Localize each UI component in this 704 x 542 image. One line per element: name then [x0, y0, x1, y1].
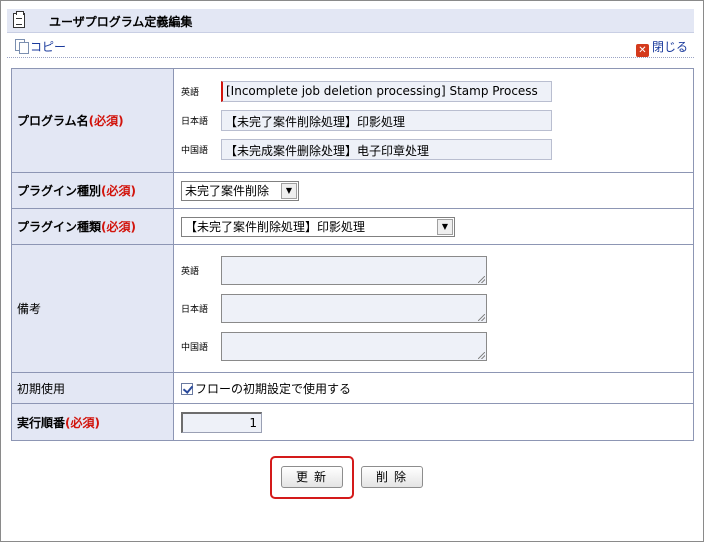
- close-icon: ✕: [635, 44, 649, 57]
- clipboard-icon: [13, 11, 25, 28]
- dropdown-arrow-icon[interactable]: ▼: [281, 182, 297, 199]
- plugin-type-label: プラグイン種類: [17, 220, 102, 234]
- required-marker: (必須): [65, 415, 100, 430]
- lang-label-english: 英語: [181, 88, 200, 98]
- initial-use-checkbox[interactable]: [181, 382, 193, 395]
- notes-chinese-textarea[interactable]: [221, 332, 487, 361]
- copy-icon: [15, 39, 29, 54]
- definition-form: プログラム名(必須) 英語 [Incomplete job deletion p…: [11, 68, 694, 441]
- execution-order-input[interactable]: 1: [181, 411, 262, 433]
- copy-link[interactable]: コピー: [15, 38, 66, 55]
- page-title: ユーザプログラム定義編集: [49, 15, 193, 29]
- close-link[interactable]: ✕ 閉じる: [635, 38, 688, 57]
- notes-label: 備考: [17, 302, 42, 316]
- dialog-window: ユーザプログラム定義編集 コピー ✕ 閉じる プログラム名(必須) 英語 [Inc…: [0, 0, 704, 542]
- lang-label-chinese: 中国語: [181, 343, 209, 353]
- notes-values: 英語 日本語 中国語: [173, 244, 694, 373]
- toolbar: コピー ✕ 閉じる: [7, 34, 694, 58]
- dropdown-arrow-icon[interactable]: ▼: [437, 218, 453, 235]
- execution-order-row: 実行順番(必須) 1: [11, 403, 694, 441]
- initial-use-checkbox-label[interactable]: フローの初期設定で使用する: [195, 382, 351, 396]
- plugin-type-label-cell: プラグイン種類(必須): [11, 208, 174, 245]
- required-marker: (必須): [88, 114, 124, 128]
- program-name-chinese-input[interactable]: 【未完成案件删除处理】电子印章处理: [221, 139, 552, 160]
- execution-order-label-cell: 実行順番(必須): [11, 403, 174, 441]
- update-button[interactable]: 更新: [281, 466, 343, 488]
- notes-english-textarea[interactable]: [221, 256, 487, 285]
- initial-use-row: 初期使用 フローの初期設定で使用する: [11, 372, 694, 404]
- lang-label-japanese: 日本語: [181, 117, 209, 127]
- notes-row: 備考 英語 日本語 中国語: [11, 244, 694, 373]
- initial-use-label: 初期使用: [17, 381, 66, 396]
- plugin-category-value: 未完了案件削除 ▼: [173, 172, 694, 209]
- lang-label-chinese: 中国語: [181, 146, 209, 156]
- required-marker: (必須): [101, 184, 136, 198]
- notes-label-cell: 備考: [11, 244, 174, 373]
- lang-label-english: 英語: [181, 267, 200, 277]
- plugin-category-label: プラグイン種別: [17, 184, 102, 198]
- program-name-row: プログラム名(必須) 英語 [Incomplete job deletion p…: [11, 68, 694, 173]
- program-name-english-input[interactable]: [Incomplete job deletion processing] Sta…: [221, 81, 552, 102]
- plugin-category-label-cell: プラグイン種別(必須): [11, 172, 174, 209]
- program-name-label: プログラム名: [17, 114, 89, 128]
- execution-order-label: 実行順番: [17, 415, 66, 430]
- plugin-type-select[interactable]: 【未完了案件削除処理】印影処理 ▼: [181, 216, 455, 237]
- execution-order-value: 1: [173, 403, 694, 441]
- initial-use-label-cell: 初期使用: [11, 372, 174, 404]
- program-name-label-cell: プログラム名(必須): [11, 68, 174, 173]
- plugin-type-selected: 【未完了案件削除処理】印影処理: [185, 220, 366, 234]
- copy-label: コピー: [30, 40, 67, 54]
- plugin-type-value: 【未完了案件削除処理】印影処理 ▼: [173, 208, 694, 245]
- plugin-category-select[interactable]: 未完了案件削除 ▼: [181, 180, 299, 201]
- program-name-japanese-input[interactable]: 【未完了案件削除処理】印影処理: [221, 110, 552, 131]
- program-name-values: 英語 [Incomplete job deletion processing] …: [173, 68, 694, 173]
- lang-label-japanese: 日本語: [181, 305, 209, 315]
- close-label: 閉じる: [651, 40, 688, 54]
- initial-use-value: フローの初期設定で使用する: [173, 372, 694, 404]
- required-marker: (必須): [101, 220, 136, 234]
- title-bar: ユーザプログラム定義編集: [7, 9, 694, 33]
- plugin-category-selected: 未完了案件削除: [185, 184, 270, 198]
- plugin-category-row: プラグイン種別(必須) 未完了案件削除 ▼: [11, 172, 694, 209]
- notes-japanese-textarea[interactable]: [221, 294, 487, 323]
- delete-button[interactable]: 削除: [361, 466, 423, 488]
- plugin-type-row: プラグイン種類(必須) 【未完了案件削除処理】印影処理 ▼: [11, 208, 694, 245]
